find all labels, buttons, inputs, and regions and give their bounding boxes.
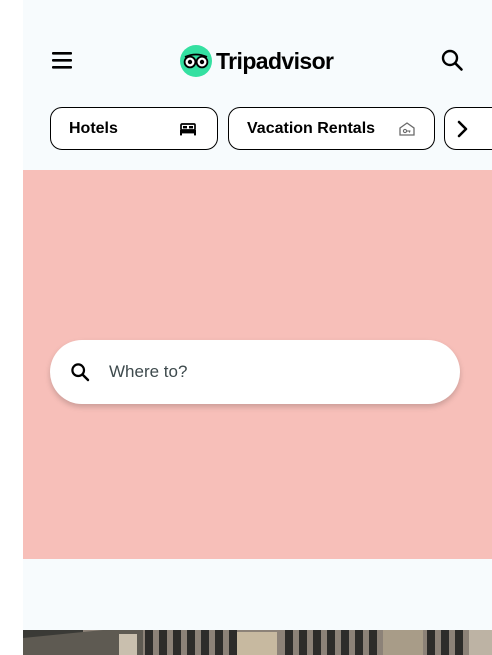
- hero-banner: Where to?: [23, 170, 492, 559]
- house-key-icon: [398, 121, 416, 137]
- hamburger-menu-icon: [52, 52, 72, 69]
- search-icon: [441, 49, 463, 71]
- category-label: Hotels: [69, 119, 118, 137]
- destination-photo[interactable]: [23, 630, 492, 655]
- bed-icon: [179, 122, 197, 136]
- app-screen: Tripadvisor Hotels Vacation Rentals Wher…: [0, 0, 492, 655]
- brand-logo[interactable]: Tripadvisor: [180, 45, 334, 77]
- top-header: Tripadvisor: [23, 0, 492, 100]
- category-label: Vacation Rentals: [247, 119, 376, 137]
- page-content: Tripadvisor Hotels Vacation Rentals Wher…: [23, 0, 492, 655]
- brand-name: Tripadvisor: [216, 47, 334, 74]
- search-icon: [70, 362, 90, 382]
- category-hotels[interactable]: Hotels: [50, 107, 218, 150]
- menu-button[interactable]: [49, 48, 77, 72]
- search-placeholder: Where to?: [109, 362, 188, 381]
- owl-eyes-logo-icon: [180, 45, 212, 77]
- chevron-right-icon: [457, 120, 468, 137]
- category-more-button[interactable]: [444, 107, 492, 150]
- category-vacation-rentals[interactable]: Vacation Rentals: [228, 107, 435, 150]
- destination-search-input[interactable]: Where to?: [50, 340, 460, 404]
- header-search-button[interactable]: [440, 48, 464, 72]
